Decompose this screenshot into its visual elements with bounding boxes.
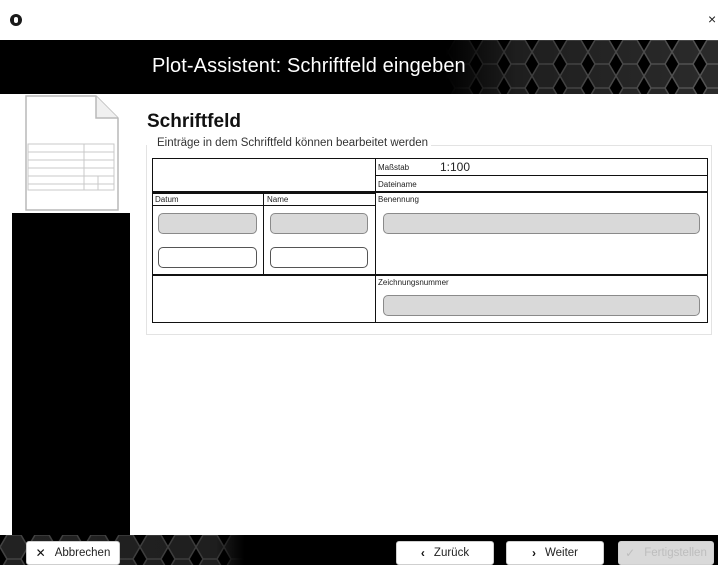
wizard-sidebar-panel (12, 213, 130, 535)
finish-button[interactable]: ✓ Fertigstellen (618, 541, 714, 565)
datum-label: Datum (155, 195, 179, 204)
datum-field-2[interactable] (158, 247, 257, 268)
window-titlebar: × (0, 0, 718, 40)
dateiname-label: Dateiname (378, 180, 417, 189)
name-field-2[interactable] (270, 247, 368, 268)
dateiname-cell (375, 175, 708, 192)
document-page-icon (25, 95, 119, 211)
section-title: Schriftfeld (147, 111, 241, 132)
massstab-value[interactable]: 1:100 (440, 160, 470, 174)
benennung-field[interactable] (383, 213, 700, 234)
cancel-button-label: Abbrechen (54, 547, 111, 559)
groupbox-top-line (427, 145, 712, 146)
zeichnungsnummer-label: Zeichnungsnummer (378, 278, 449, 287)
massstab-cell (375, 158, 708, 176)
chevron-right-icon: › (531, 546, 536, 560)
back-button[interactable]: ‹ Zurück (396, 541, 494, 565)
checkmark-icon: ✓ (625, 546, 636, 560)
wizard-header: Plot-Assistent: Schriftfeld eingeben (0, 40, 718, 94)
massstab-label: Maßstab (378, 163, 410, 172)
groupbox-caption: Einträge in dem Schriftfeld können bearb… (157, 137, 432, 149)
back-button-label: Zurück (433, 547, 470, 559)
wizard-title: Plot-Assistent: Schriftfeld eingeben (152, 55, 466, 77)
chevron-left-icon: ‹ (420, 546, 425, 560)
finish-button-label: Fertigstellen (644, 547, 707, 559)
close-window-button[interactable]: × (708, 12, 718, 26)
name-label: Name (267, 195, 289, 204)
titleblock-top-left-cell (152, 158, 376, 192)
titleblock-header-divider (152, 205, 376, 206)
next-button[interactable]: › Weiter (506, 541, 604, 565)
cancel-button[interactable]: ✕ Abbrechen (26, 541, 120, 565)
next-button-label: Weiter (544, 547, 579, 559)
name-field-1[interactable] (270, 213, 368, 234)
zeichnungsnummer-field[interactable] (383, 295, 700, 316)
close-x-icon: ✕ (35, 546, 46, 560)
datum-field-1[interactable] (158, 213, 257, 234)
titleblock-bottom-left-cell (152, 274, 376, 323)
app-logo-icon (10, 14, 22, 26)
benennung-label: Benennung (378, 195, 419, 204)
